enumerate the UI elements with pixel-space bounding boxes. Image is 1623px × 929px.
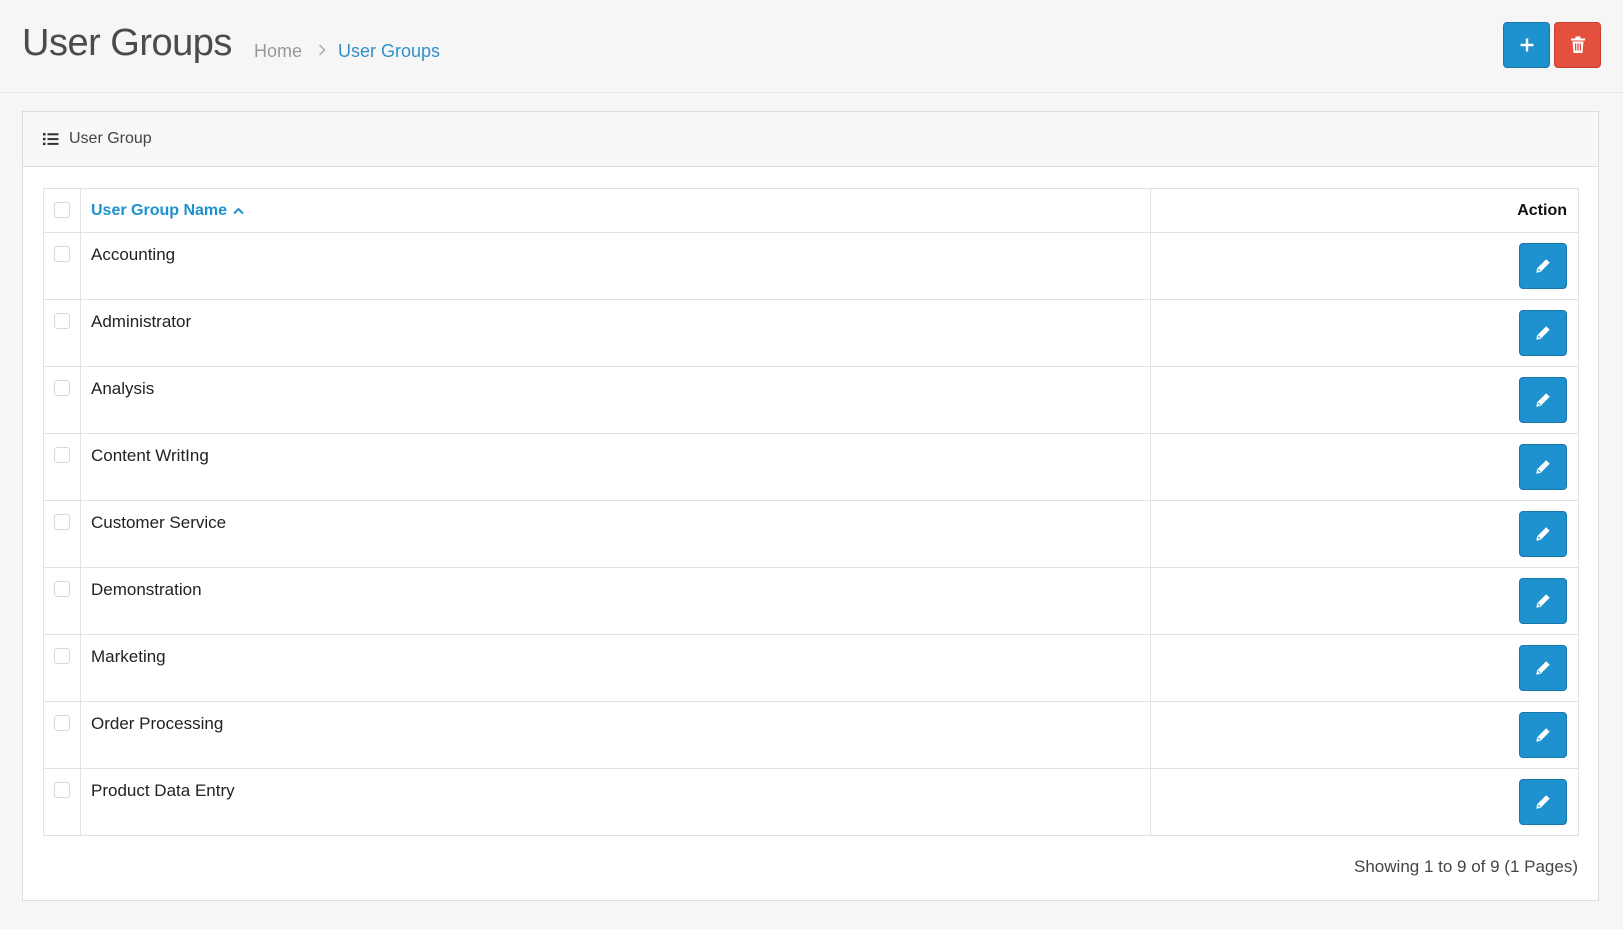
breadcrumb-user-groups[interactable]: User Groups: [338, 41, 440, 62]
table-row: Customer Service: [43, 500, 1579, 568]
chevron-right-icon: [318, 43, 326, 61]
page-title: User Groups: [22, 22, 232, 64]
user-group-name: Marketing: [91, 647, 166, 666]
user-group-name: Analysis: [91, 379, 155, 398]
table-row: Content WritIng: [43, 433, 1579, 501]
pagination-summary: Showing 1 to 9 of 9 (1 Pages): [1354, 857, 1578, 876]
pencil-icon: [1536, 326, 1550, 340]
add-new-button[interactable]: [1503, 22, 1550, 68]
row-checkbox[interactable]: [54, 715, 70, 731]
user-group-name: Content WritIng: [91, 446, 209, 465]
row-checkbox[interactable]: [54, 380, 70, 396]
user-groups-table: User Group Name Action Accounting Admini…: [43, 188, 1579, 836]
row-checkbox[interactable]: [54, 648, 70, 664]
panel-title: User Group: [69, 130, 152, 147]
user-group-name: Product Data Entry: [91, 781, 235, 800]
pencil-icon: [1536, 661, 1550, 675]
select-all-checkbox[interactable]: [54, 202, 70, 218]
table-row: Administrator: [43, 299, 1579, 367]
user-group-name: Customer Service: [91, 513, 227, 532]
edit-button[interactable]: [1519, 779, 1567, 825]
pencil-icon: [1536, 795, 1550, 809]
row-checkbox[interactable]: [54, 782, 70, 798]
pencil-icon: [1536, 393, 1550, 407]
row-checkbox[interactable]: [54, 313, 70, 329]
table-row: Product Data Entry: [43, 768, 1579, 836]
table-row: Accounting: [43, 232, 1579, 300]
edit-button[interactable]: [1519, 243, 1567, 289]
page-header: User Groups Home User Groups: [0, 0, 1623, 93]
user-group-name: Order Processing: [91, 714, 224, 733]
row-checkbox[interactable]: [54, 246, 70, 262]
edit-button[interactable]: [1519, 645, 1567, 691]
breadcrumb-home[interactable]: Home: [254, 41, 302, 62]
user-group-name: Accounting: [91, 245, 176, 264]
trash-icon: [1570, 36, 1585, 53]
breadcrumb: Home User Groups: [254, 41, 440, 62]
column-header-action: Action: [1517, 201, 1567, 219]
row-checkbox[interactable]: [54, 514, 70, 530]
user-group-name: Demonstration: [91, 580, 202, 599]
user-group-name: Administrator: [91, 312, 192, 331]
edit-button[interactable]: [1519, 578, 1567, 624]
edit-button[interactable]: [1519, 310, 1567, 356]
pencil-icon: [1536, 259, 1550, 273]
edit-button[interactable]: [1519, 444, 1567, 490]
column-header-name: User Group Name: [91, 201, 228, 219]
panel-heading: User Group: [23, 112, 1598, 167]
list-icon: [43, 133, 59, 146]
table-header-row: User Group Name Action: [43, 188, 1579, 233]
table-row: Analysis: [43, 366, 1579, 434]
row-checkbox[interactable]: [54, 447, 70, 463]
pencil-icon: [1536, 728, 1550, 742]
edit-button[interactable]: [1519, 511, 1567, 557]
table-row: Order Processing: [43, 701, 1579, 769]
edit-button[interactable]: [1519, 712, 1567, 758]
table-row: Marketing: [43, 634, 1579, 702]
plus-icon: [1520, 38, 1533, 52]
delete-button[interactable]: [1554, 22, 1601, 68]
pencil-icon: [1536, 527, 1550, 541]
edit-button[interactable]: [1519, 377, 1567, 423]
row-checkbox[interactable]: [54, 581, 70, 597]
sort-by-name-link[interactable]: User Group Name: [91, 202, 244, 220]
table-row: Demonstration: [43, 567, 1579, 635]
user-group-panel: User Group User Group Name Action Accoun…: [22, 111, 1599, 901]
pencil-icon: [1536, 460, 1550, 474]
pencil-icon: [1536, 594, 1550, 608]
chevron-up-icon: [233, 207, 244, 214]
